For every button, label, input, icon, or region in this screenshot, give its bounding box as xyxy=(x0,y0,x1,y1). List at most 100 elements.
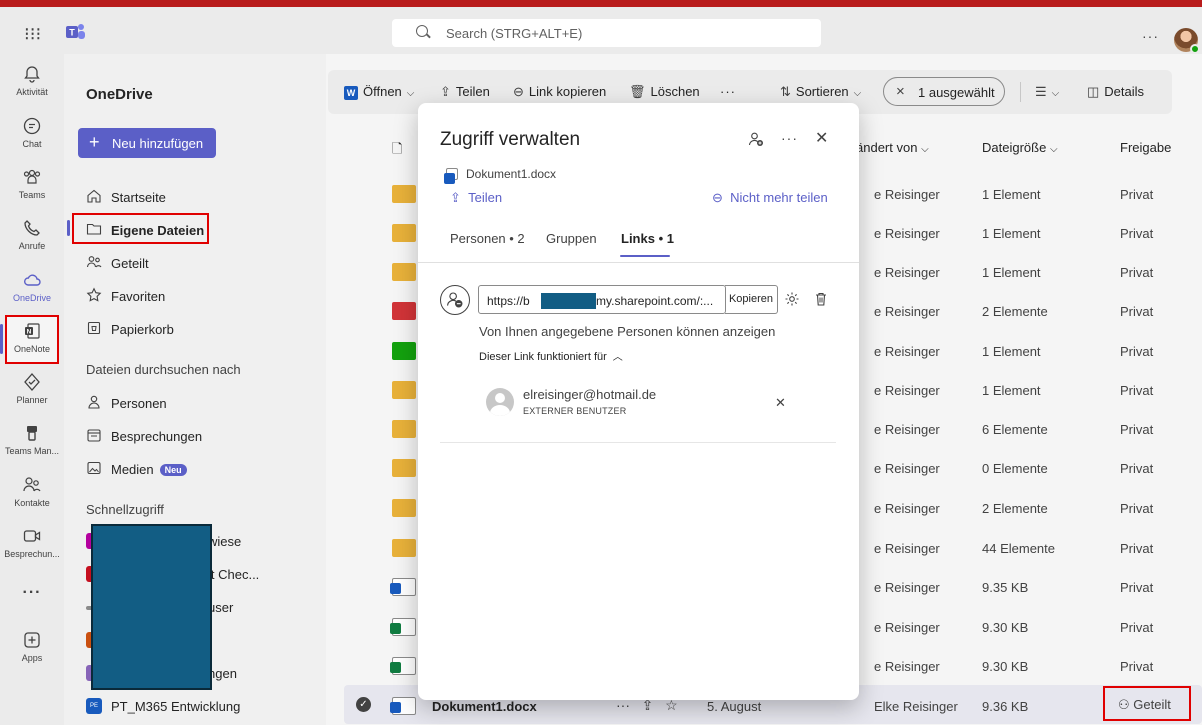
dialog-title: Zugriff verwalten xyxy=(440,129,581,150)
share-icon: ⇪ xyxy=(440,84,451,99)
rail-item-calls[interactable]: Anrufe xyxy=(0,216,64,266)
sort-icon: ⇅ xyxy=(780,84,791,99)
new-badge: Neu xyxy=(159,464,187,476)
divider xyxy=(440,442,836,443)
rail-item-apps[interactable]: Apps xyxy=(0,628,64,678)
chat-icon xyxy=(23,117,41,135)
rail-item-label: Kontakte xyxy=(14,498,50,508)
modified-by: e Reisinger xyxy=(874,187,940,202)
tab-groups[interactable]: Gruppen xyxy=(546,231,597,246)
checkmark-icon[interactable]: ✓ xyxy=(356,697,371,712)
browse-section-header: Dateien durchsuchen nach xyxy=(86,362,241,377)
teams-manager-icon xyxy=(27,426,37,441)
stop-sharing-link[interactable]: ⊖ Nicht mehr teilen xyxy=(712,190,828,206)
sharing-status: Privat xyxy=(1120,304,1154,319)
close-icon[interactable]: × xyxy=(896,83,905,100)
more-options-icon[interactable]: ··· xyxy=(781,130,798,146)
file-size: 1 Element xyxy=(982,226,1041,241)
add-new-button[interactable]: + Neu hinzufügen xyxy=(78,128,216,158)
sort-button[interactable]: ⇅ Sortieren ⌵ xyxy=(780,84,866,100)
teams-logo-icon: T xyxy=(66,24,85,39)
chevron-down-icon: ⌵ xyxy=(406,88,415,99)
sharing-status: Privat xyxy=(1120,226,1154,241)
svg-text:T: T xyxy=(69,28,75,38)
modified-by: e Reisinger xyxy=(874,659,940,674)
link-icon: ⊖ xyxy=(513,84,524,99)
folder-icon xyxy=(86,223,102,235)
gear-icon[interactable] xyxy=(784,291,800,307)
copy-link-button[interactable]: Kopieren xyxy=(725,285,778,314)
link-works-for-toggle[interactable]: Dieser Link funktioniert für ︿ xyxy=(479,348,623,363)
selection-pill[interactable]: × 1 ausgewählt xyxy=(883,77,1005,106)
trash-icon[interactable] xyxy=(813,291,829,307)
add-person-icon[interactable] xyxy=(748,131,764,147)
view-options-button[interactable]: ☰ ⌵ xyxy=(1035,84,1064,100)
details-button[interactable]: ◫ Details xyxy=(1087,84,1144,100)
copy-link-label: Link kopieren xyxy=(528,84,607,99)
file-size: 44 Elemente xyxy=(982,541,1055,556)
file-name[interactable]: Dokument1.docx xyxy=(432,699,537,714)
share-button[interactable]: ⇪ Teilen xyxy=(440,84,490,100)
apps-icon xyxy=(24,632,40,648)
open-button[interactable]: W Öffnen ⌵ xyxy=(344,84,419,100)
modified-by: e Reisinger xyxy=(874,541,940,556)
sharing-status: Privat xyxy=(1120,187,1154,202)
modified-by: e Reisinger xyxy=(874,422,940,437)
rail-item-teams[interactable]: Teams xyxy=(0,165,64,215)
column-label: ändert von xyxy=(856,140,918,155)
sharing-column-header[interactable]: Freigabe xyxy=(1120,140,1171,155)
more-actions-button[interactable]: ··· xyxy=(720,84,736,99)
file-type-column-icon[interactable]: 🗋 xyxy=(392,140,402,162)
redaction-block xyxy=(91,524,212,690)
rail-item-label: Teams xyxy=(18,190,46,200)
user-type: EXTERNER BENUTZER xyxy=(523,406,627,416)
shared-status[interactable]: ⚇ Geteilt xyxy=(1118,697,1171,713)
modified-by: e Reisinger xyxy=(874,501,940,516)
close-icon[interactable]: ✕ xyxy=(815,128,828,148)
rail-item-onenote[interactable]: N OneNote xyxy=(0,319,64,369)
sidebar-item-label: Besprechungen xyxy=(111,429,203,444)
chevron-down-icon: ⌵ xyxy=(1051,88,1060,99)
rail-item-label: Teams Man... xyxy=(4,446,60,456)
rail-item-activity[interactable]: Aktivität xyxy=(0,62,64,112)
sidebar-item-label: Medien xyxy=(111,462,154,477)
search-box[interactable]: Search (STRG+ALT+E) xyxy=(392,19,821,47)
share-label: Teilen xyxy=(455,84,490,99)
file-size-column-header[interactable]: Dateigröße ⌵ xyxy=(982,140,1058,155)
chevron-up-icon: ︿ xyxy=(612,352,623,363)
rail-item-meetings[interactable]: Besprechun... xyxy=(0,524,64,574)
delete-button[interactable]: 🗑 Löschen xyxy=(629,84,700,100)
tab-people[interactable]: Personen • 2 xyxy=(450,231,525,246)
folder-icon xyxy=(392,224,416,242)
remove-user-icon[interactable]: ✕ xyxy=(775,395,786,411)
app-launcher-icon[interactable]: ⁝⁝⁝ xyxy=(24,24,41,45)
rail-item-more[interactable]: ··· xyxy=(0,584,64,634)
share-link[interactable]: ⇪ Teilen xyxy=(450,190,502,206)
rail-item-chat[interactable]: Chat xyxy=(0,114,64,164)
link-url-field[interactable]: https://b my.sharepoint.com/:... xyxy=(478,285,726,314)
sharing-status: Privat xyxy=(1120,344,1154,359)
user-avatar[interactable] xyxy=(1174,28,1200,54)
column-label: Dateigröße xyxy=(982,140,1047,155)
more-options-icon[interactable]: ··· xyxy=(1142,28,1159,44)
stop-sharing-label: Nicht mehr teilen xyxy=(730,190,828,205)
link-url-end: my.sharepoint.com/:... xyxy=(596,294,714,308)
recycle-bin-icon xyxy=(87,321,101,335)
user-email: elreisinger@hotmail.de xyxy=(523,387,657,402)
folder-icon xyxy=(392,499,416,517)
search-input[interactable]: Search (STRG+ALT+E) xyxy=(446,26,582,41)
shared-status-label: Geteilt xyxy=(1133,697,1171,712)
copy-link-button[interactable]: ⊖ Link kopieren xyxy=(513,84,606,100)
rail-item-contacts[interactable]: Kontakte xyxy=(0,473,64,523)
quick-access-label: ngen xyxy=(208,666,237,681)
folder-icon xyxy=(392,459,416,477)
link-url-start: https://b xyxy=(487,294,530,308)
rail-item-onedrive[interactable]: OneDrive xyxy=(0,268,64,318)
rail-item-planner[interactable]: Planner xyxy=(0,370,64,420)
word-file-icon xyxy=(390,578,416,596)
modified-by-column-header[interactable]: ändert von ⌵ xyxy=(856,140,929,155)
word-file-icon xyxy=(444,168,458,184)
tab-links[interactable]: Links • 1 xyxy=(621,231,674,246)
rail-item-teams-manager[interactable]: Teams Man... xyxy=(0,421,64,471)
teams-icon xyxy=(23,169,41,184)
